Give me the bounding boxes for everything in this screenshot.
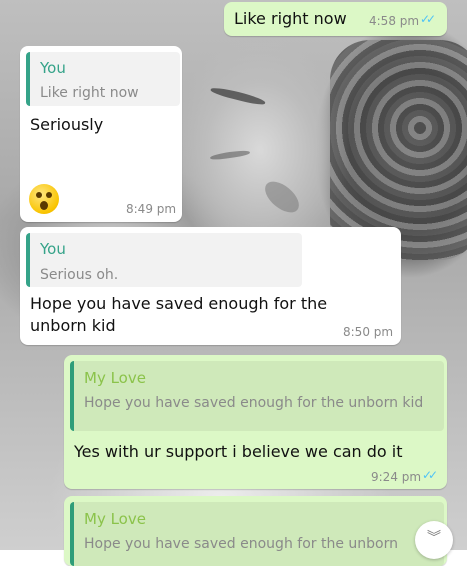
astonished-face-emoji bbox=[29, 184, 59, 214]
double-check-icon: ✓✓ bbox=[422, 468, 438, 482]
quote-text: Hope you have saved enough for the unbor… bbox=[84, 395, 424, 411]
quote-text: Hope you have saved enough for the unbor… bbox=[84, 536, 398, 552]
message-bubble-outgoing[interactable]: My Love Hope you have saved enough for t… bbox=[64, 355, 447, 489]
wallpaper-lips bbox=[259, 175, 305, 219]
quote-author: My Love bbox=[84, 369, 146, 387]
quote-text: Serious oh. bbox=[40, 267, 119, 283]
message-time: 8:50 pm bbox=[343, 325, 394, 339]
wallpaper-eye bbox=[209, 85, 267, 107]
message-text: Yes with ur support i believe we can do … bbox=[74, 442, 403, 461]
message-text: Hope you have saved enough for the unbor… bbox=[30, 294, 328, 335]
quote-text: Like right now bbox=[40, 85, 139, 101]
quoted-message[interactable]: My Love Hope you have saved enough for t… bbox=[70, 361, 444, 431]
quote-author: You bbox=[40, 240, 66, 258]
wallpaper-eye bbox=[209, 149, 251, 161]
quoted-message[interactable]: My Love Hope you have saved enough for t… bbox=[70, 502, 444, 566]
quoted-message[interactable]: You Serious oh. bbox=[26, 233, 302, 287]
message-text: Seriously bbox=[30, 115, 104, 134]
message-bubble-incoming[interactable]: You Serious oh. Hope you have saved enou… bbox=[20, 227, 401, 345]
double-check-icon: ✓✓ bbox=[420, 12, 436, 26]
scroll-to-bottom-button[interactable]: ︾ bbox=[415, 521, 453, 559]
message-bubble-outgoing[interactable]: Like right now 4:58 pm ✓✓ bbox=[224, 2, 447, 36]
message-bubble-outgoing[interactable]: My Love Hope you have saved enough for t… bbox=[64, 496, 447, 566]
message-time: 9:24 pm bbox=[371, 470, 422, 484]
message-time: 4:58 pm bbox=[369, 14, 420, 28]
message-time: 8:49 pm bbox=[126, 202, 177, 216]
quoted-message[interactable]: You Like right now bbox=[26, 52, 180, 106]
chevron-double-down-icon: ︾ bbox=[427, 530, 441, 546]
quote-author: You bbox=[40, 59, 66, 77]
quote-author: My Love bbox=[84, 510, 146, 528]
message-text: Like right now bbox=[234, 9, 347, 28]
message-bubble-incoming[interactable]: You Like right now Seriously 8:49 pm bbox=[20, 46, 182, 222]
